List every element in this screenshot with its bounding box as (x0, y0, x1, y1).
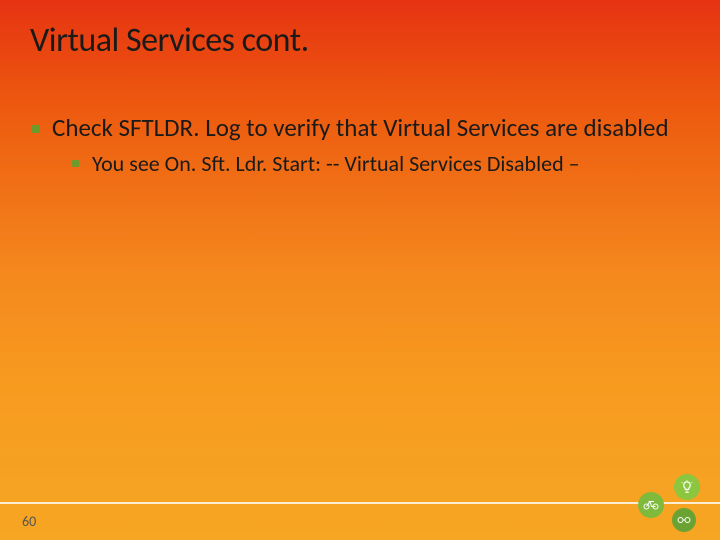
bullet-l2-text: You see On. Sft. Ldr. Start: -- Virtual … (92, 150, 580, 177)
slide-title: Virtual Services cont. (30, 20, 309, 61)
content-block: Check SFTLDR. Log to verify that Virtual… (30, 114, 700, 177)
glasses-icon (672, 508, 696, 532)
bullet-square-icon (72, 160, 79, 167)
lightbulb-icon (674, 474, 700, 500)
bullet-l1-text: Check SFTLDR. Log to verify that Virtual… (52, 112, 669, 143)
slide: Virtual Services cont. Check SFTLDR. Log… (0, 0, 720, 540)
bullet-square-icon (32, 125, 40, 133)
footer-divider (0, 502, 720, 504)
decorative-icon-cluster (632, 474, 702, 534)
slide-number: 60 (22, 513, 36, 530)
bicycle-icon (638, 492, 664, 518)
bullet-level-1: Check SFTLDR. Log to verify that Virtual… (30, 114, 700, 143)
bullet-level-2: You see On. Sft. Ldr. Start: -- Virtual … (70, 151, 700, 177)
